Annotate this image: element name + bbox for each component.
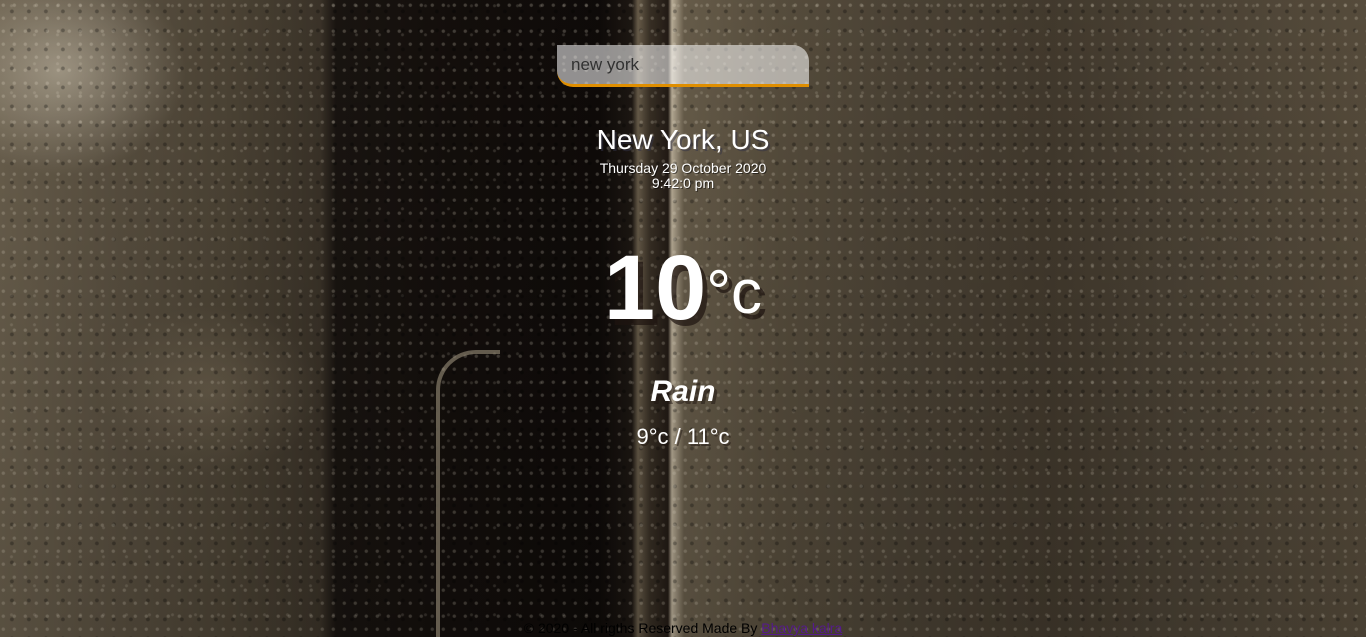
footer-copyright: © 2020 - All rigths Reserved Made By <box>523 620 758 636</box>
temperature-display: 10°c <box>0 238 1366 343</box>
date-time-block: Thursday 29 October 2020 9:42:0 pm <box>0 161 1366 191</box>
current-date: Thursday 29 October 2020 <box>599 160 767 176</box>
weather-condition: Rain <box>650 375 716 408</box>
min-max-temperature: 9°c / 11°c <box>636 424 730 449</box>
footer: © 2020 - All rigths Reserved Made By Bha… <box>0 620 1366 636</box>
temperature-unit: °c <box>706 258 763 327</box>
author-link[interactable]: Bhavya kalra <box>761 620 842 636</box>
current-time: 9:42:0 pm <box>651 175 715 191</box>
weather-app: New York, US Thursday 29 October 2020 9:… <box>0 0 1366 637</box>
location-name: New York, US <box>596 124 770 155</box>
temperature-value: 10 <box>603 237 707 339</box>
search-input[interactable] <box>557 45 809 87</box>
